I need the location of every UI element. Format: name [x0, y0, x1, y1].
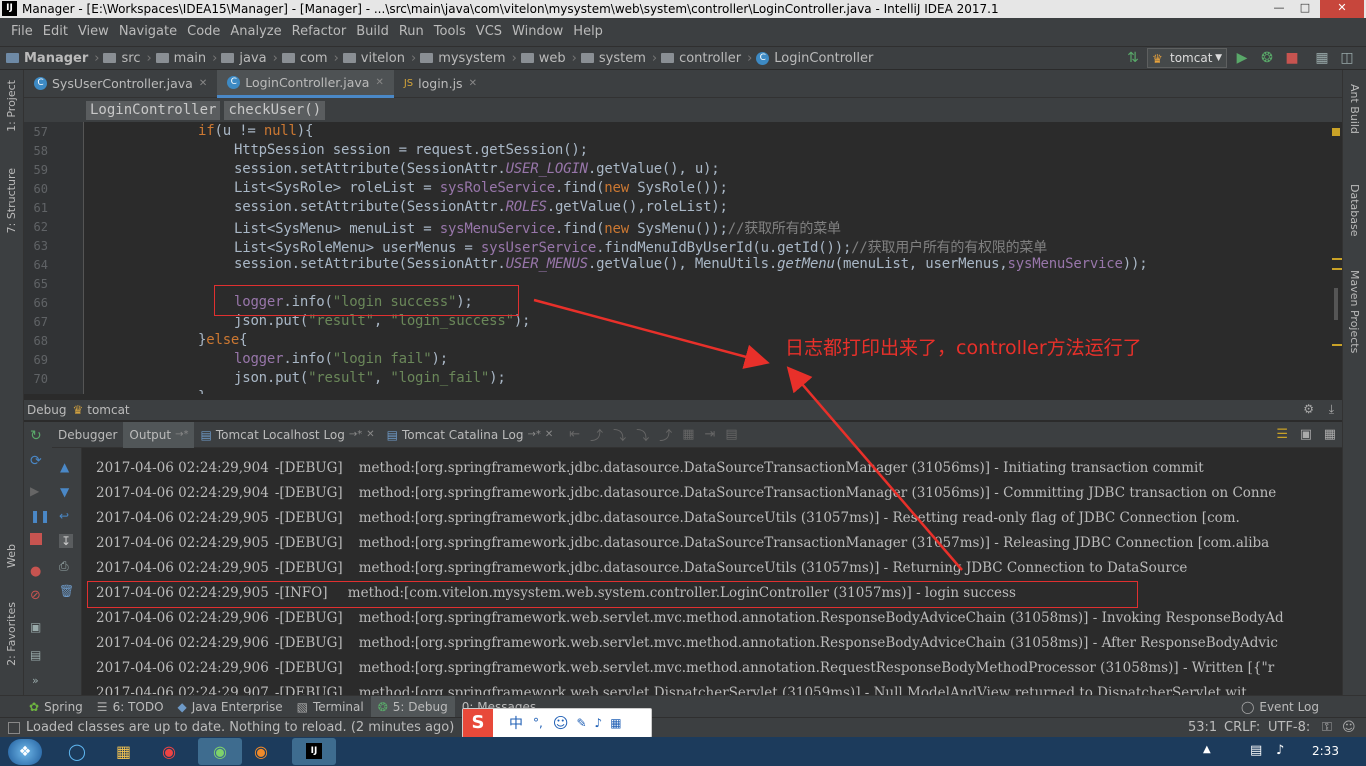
status-bar: Loaded classes are up to date. Nothing t…	[0, 717, 1366, 737]
ie-icon[interactable]: ◯	[68, 742, 86, 761]
status-message: Loaded classes are up to date. Nothing t…	[26, 720, 455, 735]
ime-toolbar: S 中 °, ☺ ✎ ♪ ▦	[462, 708, 652, 738]
tab-label: Spring	[44, 699, 83, 714]
intellij-icon: IJ	[306, 743, 322, 759]
inspector-icon[interactable]: ☺	[1342, 720, 1356, 735]
annotation-text: 日志都打印出来了，controller方法运行了	[785, 337, 1142, 359]
terminal-icon: ▧	[296, 699, 308, 714]
intellij-taskbar-button[interactable]: IJ	[292, 738, 336, 765]
tab-label: Terminal	[312, 699, 364, 714]
tab-todo[interactable]: ☰ 6: TODO	[90, 696, 171, 718]
todo-icon: ☰	[96, 699, 108, 714]
windows-taskbar: ❖ ◯ ▦ ◉ ◉ ◉ IJ ▲ ▤ ♪ 2:33	[0, 737, 1366, 766]
sogou-logo: S	[463, 709, 493, 737]
tool-window-toggle-icon[interactable]	[8, 721, 20, 734]
tab-label: Event Log	[1259, 700, 1319, 714]
java-ee-icon: ◆	[177, 699, 187, 714]
tab-java-enterprise[interactable]: ◆ Java Enterprise	[171, 696, 290, 718]
bottom-tool-tabs: ✿ Spring ☰ 6: TODO ◆ Java Enterprise ▧ Termi…	[0, 695, 1366, 718]
pen-icon[interactable]: ✎	[576, 716, 586, 730]
bug-icon: ❂	[377, 699, 388, 714]
event-log-icon: ◯	[1240, 700, 1255, 714]
punctuation-icon[interactable]: °,	[533, 716, 543, 730]
caret-position[interactable]: 53:1	[1188, 720, 1217, 735]
arrow-to-log	[786, 366, 963, 571]
tab-debug[interactable]: ❂ 5: Debug	[370, 695, 455, 718]
annotation-arrows	[533, 298, 963, 571]
chrome-icon[interactable]: ◉	[162, 742, 176, 761]
tab-label: 6: TODO	[112, 699, 164, 714]
tab-event-log[interactable]: ◯ Event Log	[1234, 696, 1326, 718]
toolbox-icon[interactable]: ▦	[610, 716, 621, 730]
arrow-to-code	[533, 298, 770, 369]
file-encoding[interactable]: UTF-8:	[1268, 720, 1310, 735]
spring-icon: ✿	[29, 699, 40, 714]
lock-icon[interactable]: ⚿	[1322, 720, 1332, 735]
tab-label: 5: Debug	[392, 699, 448, 714]
mic-icon[interactable]: ♪	[595, 716, 603, 730]
start-button[interactable]: ❖	[8, 739, 42, 765]
tab-terminal[interactable]: ▧ Terminal	[290, 696, 371, 718]
emoji-icon[interactable]: ☺	[553, 714, 569, 732]
tab-spring[interactable]: ✿ Spring	[22, 696, 90, 718]
tray-expand-icon[interactable]: ▲	[1203, 744, 1211, 755]
network-icon[interactable]: ▤	[1250, 743, 1262, 758]
tab-label: Java Enterprise	[191, 699, 283, 714]
explorer-icon[interactable]: ▦	[116, 742, 131, 761]
ime-language[interactable]: 中	[509, 713, 523, 733]
volume-icon[interactable]: ♪	[1276, 743, 1284, 758]
firefox-icon[interactable]: ◉	[254, 742, 268, 761]
line-separator[interactable]: CRLF:	[1224, 720, 1260, 735]
clock[interactable]: 2:33	[1312, 744, 1339, 758]
taskbar-app-icon[interactable]: ◉	[198, 738, 242, 765]
